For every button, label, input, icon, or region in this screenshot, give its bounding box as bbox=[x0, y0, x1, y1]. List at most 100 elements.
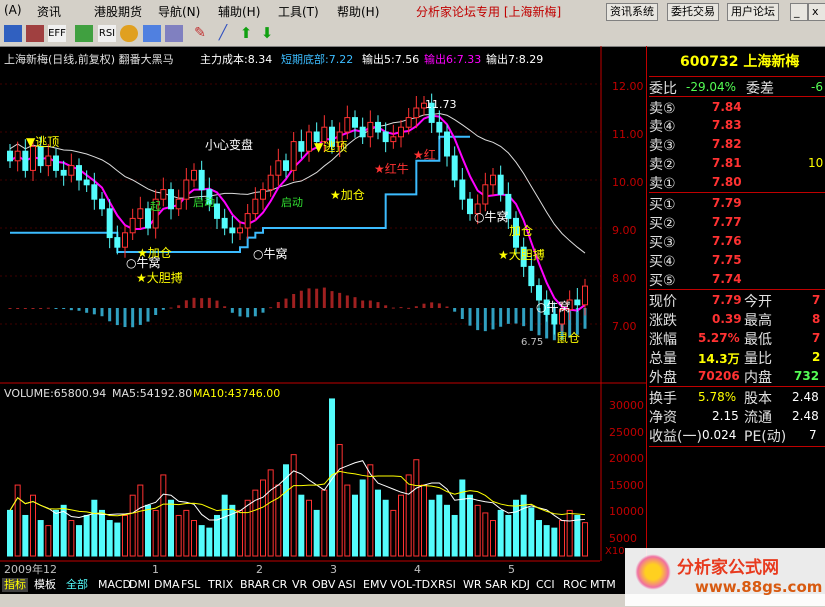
menu-item-a[interactable]: (A) bbox=[4, 3, 22, 17]
menu-item-tools[interactable]: 工具(T) bbox=[278, 3, 319, 20]
macd-bar bbox=[16, 308, 20, 309]
candle-body bbox=[290, 141, 297, 171]
volume-bar bbox=[467, 494, 473, 557]
stat-label: 最低 bbox=[744, 332, 772, 348]
tab-brar[interactable]: BRAR bbox=[240, 578, 270, 592]
tab-roc[interactable]: ROC bbox=[563, 578, 587, 592]
candle-body bbox=[160, 189, 167, 200]
candle-body bbox=[267, 174, 274, 191]
tab-all[interactable]: 全部 bbox=[66, 578, 88, 592]
sell4-price: 7.83 bbox=[712, 118, 742, 132]
tab-rsi[interactable]: RSI bbox=[438, 578, 456, 592]
volume-tick: 25000 bbox=[609, 426, 644, 439]
divider bbox=[649, 446, 825, 447]
pencil-icon[interactable]: ✎ bbox=[191, 25, 209, 42]
volume-bar bbox=[260, 479, 266, 557]
minimize-button[interactable]: _ bbox=[790, 3, 808, 21]
tab-obv[interactable]: OBV bbox=[312, 578, 335, 592]
volume-bar bbox=[390, 509, 397, 557]
arrow-down-icon[interactable]: ⬇ bbox=[258, 25, 276, 42]
tab-wr[interactable]: WR bbox=[463, 578, 482, 592]
volume-bar bbox=[566, 509, 573, 557]
menu-item-hk-futures[interactable]: 港股期货 bbox=[94, 3, 142, 20]
trade-button[interactable]: 委托交易 bbox=[667, 3, 719, 21]
macd-bar bbox=[131, 308, 135, 328]
macd-bar bbox=[177, 305, 181, 308]
price-tick: 9.00 bbox=[612, 224, 637, 237]
tab-dma[interactable]: DMA bbox=[154, 578, 180, 592]
grid-icon[interactable] bbox=[4, 25, 22, 42]
tab-indicator[interactable]: 指标 bbox=[2, 578, 28, 592]
tab-cci[interactable]: CCI bbox=[536, 578, 555, 592]
tab-sar[interactable]: SAR bbox=[485, 578, 507, 592]
out7-label: 输出7:8.29 bbox=[486, 52, 543, 66]
volume-bar bbox=[474, 504, 481, 557]
menu-item-news[interactable]: 资讯 bbox=[37, 3, 61, 20]
volume-bar bbox=[45, 525, 52, 557]
menu-item-assist[interactable]: 辅助(H) bbox=[218, 3, 260, 20]
rsi-icon[interactable]: RSI bbox=[98, 25, 116, 42]
volume-bar bbox=[237, 509, 243, 557]
sell1-label: 卖① bbox=[649, 176, 676, 192]
tab-vr[interactable]: VR bbox=[292, 578, 307, 592]
tab-template[interactable]: 模板 bbox=[34, 578, 56, 592]
buy5-label: 买⑤ bbox=[649, 273, 676, 289]
volume-bar bbox=[421, 484, 427, 557]
volume-tick: 20000 bbox=[609, 452, 644, 465]
macd-bar bbox=[476, 308, 480, 331]
tab-macd[interactable]: MACD bbox=[98, 578, 131, 592]
macd-bar bbox=[506, 308, 510, 324]
tab-mtm[interactable]: MTM bbox=[590, 578, 616, 592]
close-button[interactable]: x bbox=[808, 3, 825, 21]
candle-body bbox=[405, 117, 412, 128]
candle-body bbox=[22, 150, 29, 171]
line-icon[interactable]: ╱ bbox=[214, 25, 232, 42]
price-tick: 11.00 bbox=[612, 128, 644, 141]
volume-bar bbox=[68, 520, 75, 557]
volume-bar bbox=[528, 507, 535, 557]
sell2-price: 7.81 bbox=[712, 156, 742, 170]
tab-fsl[interactable]: FSL bbox=[181, 578, 200, 592]
tab-emv[interactable]: EMV bbox=[363, 578, 387, 592]
toolbar: EFF RSI ✎ ╱ ⬆ ⬇ bbox=[0, 22, 825, 47]
volume-unit: X10 bbox=[605, 546, 625, 557]
tab-trix[interactable]: TRIX bbox=[208, 578, 233, 592]
time-tick: 1 bbox=[152, 563, 159, 576]
arrow-up-icon[interactable]: ⬆ bbox=[237, 25, 255, 42]
volume-bar bbox=[559, 520, 565, 557]
tab-kdj[interactable]: KDJ bbox=[511, 578, 530, 592]
tab-cr[interactable]: CR bbox=[272, 578, 287, 592]
volume-bar bbox=[76, 525, 82, 557]
menu-item-help[interactable]: 帮助(H) bbox=[337, 3, 379, 20]
tab-asi[interactable]: ASI bbox=[338, 578, 356, 592]
buy2-label: 买② bbox=[649, 216, 676, 232]
macd-bar bbox=[284, 298, 288, 308]
buy3-price: 7.76 bbox=[712, 234, 742, 248]
candle-body bbox=[398, 126, 404, 138]
swap-icon[interactable] bbox=[143, 25, 161, 42]
candle-body bbox=[444, 131, 450, 157]
eff-icon[interactable]: EFF bbox=[48, 25, 66, 42]
vol-icon[interactable] bbox=[75, 25, 93, 42]
forum-button[interactable]: 用户论坛 bbox=[727, 3, 779, 21]
macd-bar bbox=[422, 303, 426, 308]
volume-bar bbox=[191, 520, 197, 557]
tab-dmi[interactable]: DMI bbox=[129, 578, 150, 592]
kline-chart[interactable]: 上海新梅(日线,前复权) 翻番大黑马 主力成本:8.34 短期底部:7.22 输… bbox=[0, 46, 646, 576]
macd-bar bbox=[299, 290, 303, 308]
candle-body bbox=[91, 184, 98, 200]
menu-item-navigate[interactable]: 导航(N) bbox=[158, 3, 200, 20]
out5-label: 输出5:7.56 bbox=[362, 52, 419, 66]
candle-body bbox=[76, 165, 82, 181]
price-tick: 10.00 bbox=[612, 176, 644, 189]
volume-bar bbox=[275, 484, 282, 557]
window-icon[interactable] bbox=[165, 25, 183, 42]
news-system-button[interactable]: 资讯系统 bbox=[606, 3, 658, 21]
volume-bar bbox=[367, 464, 374, 557]
tab-vol-tdx[interactable]: VOL-TDX bbox=[390, 578, 438, 592]
sell5-price: 7.84 bbox=[712, 100, 742, 114]
chart-icon[interactable] bbox=[26, 25, 44, 42]
volume-bar bbox=[551, 527, 558, 557]
stat-label: 涨幅 bbox=[649, 332, 677, 348]
pie-icon[interactable] bbox=[120, 25, 138, 42]
